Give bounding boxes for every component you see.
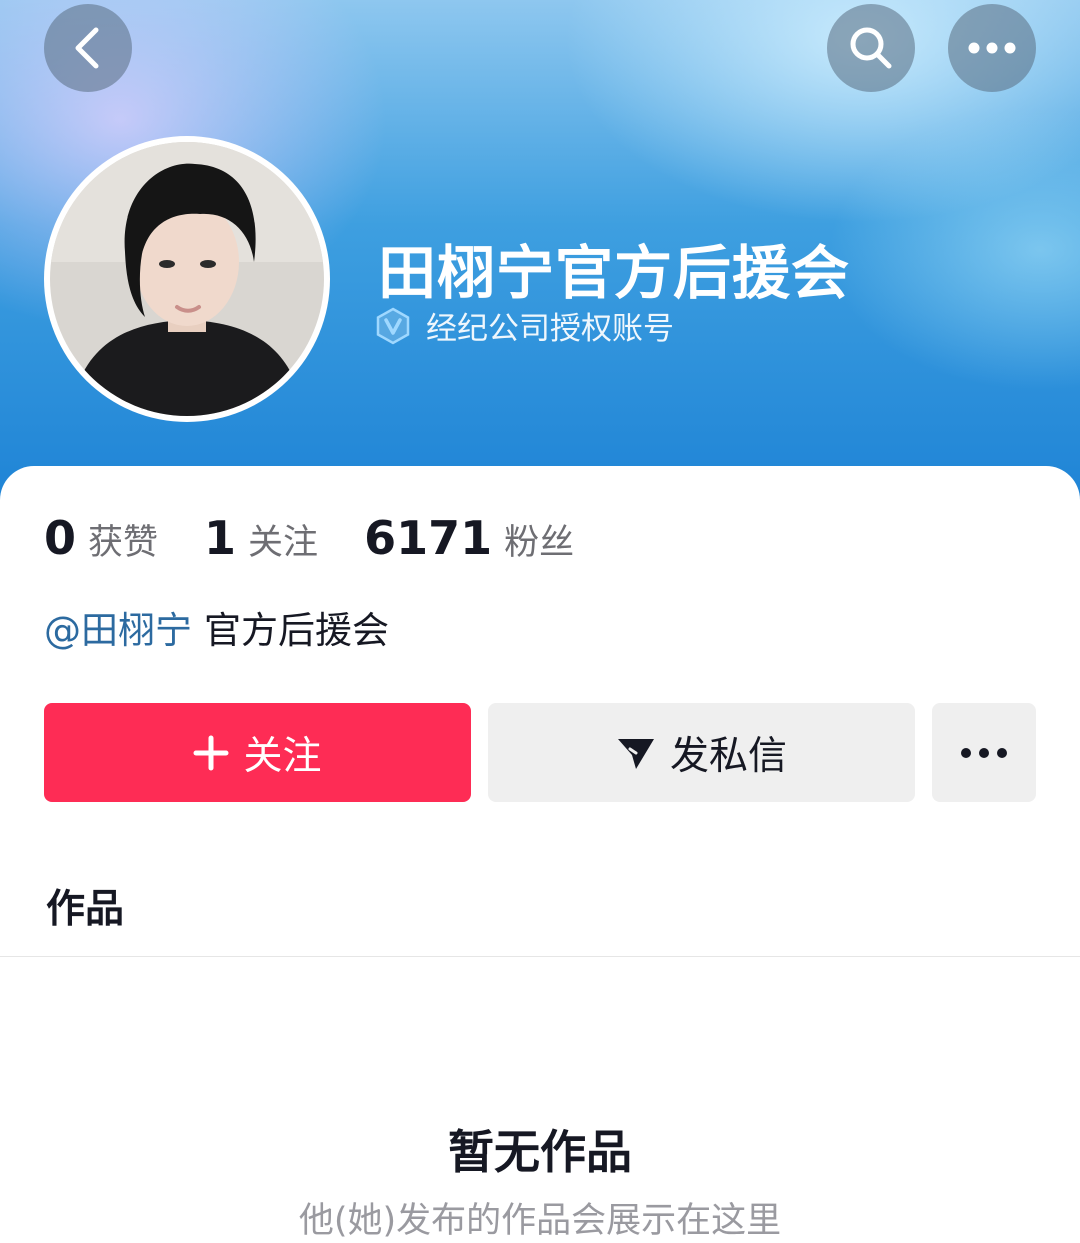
stat-label: 关注 [248,523,319,563]
stat-value: 1 [204,511,237,565]
send-message-label: 发私信 [669,733,787,779]
chevron-left-icon [75,27,99,69]
follow-label: 关注 [243,733,322,779]
empty-state-title: 暂无作品 [448,1125,632,1179]
search-button[interactable] [827,4,915,92]
bio-text: 官方后援会 [204,609,389,652]
bio-mention-link[interactable]: @田栩宁 [44,609,192,652]
tab-divider [0,956,1080,957]
verified-v-icon [376,307,410,344]
stat-value: 6171 [364,511,493,565]
stat-following[interactable]: 1 关注 [204,511,318,565]
profile-panel [0,466,1080,1221]
more-actions-button[interactable] [932,703,1036,802]
avatar[interactable] [44,136,330,422]
more-horizontal-icon [968,42,1016,54]
send-message-button[interactable]: 发私信 [488,703,915,802]
stat-label: 粉丝 [504,523,575,563]
stat-likes[interactable]: 0 获赞 [44,511,158,565]
empty-state-subtitle: 他(她)发布的作品会展示在这里 [298,1201,782,1241]
plus-icon [193,735,229,770]
verified-label: 经纪公司授权账号 [426,311,674,347]
search-icon [850,27,892,69]
back-button[interactable] [44,4,132,92]
more-horizontal-icon [961,747,1007,758]
tab-works[interactable]: 作品 [46,878,124,934]
stat-label: 获赞 [88,523,159,563]
stat-value: 0 [44,511,77,565]
more-options-button[interactable] [948,4,1036,92]
bio: @田栩宁 官方后援会 [44,600,389,654]
stat-followers[interactable]: 6171 粉丝 [364,511,574,565]
send-icon [617,738,654,769]
profile-name: 田栩宁官方后援会 [378,239,851,307]
verified-badge: 经纪公司授权账号 [374,303,674,348]
follow-button[interactable]: 关注 [44,703,471,802]
stats-row: 0 获赞 1 关注 6171 粉丝 [44,511,620,565]
avatar-photo [50,142,324,416]
